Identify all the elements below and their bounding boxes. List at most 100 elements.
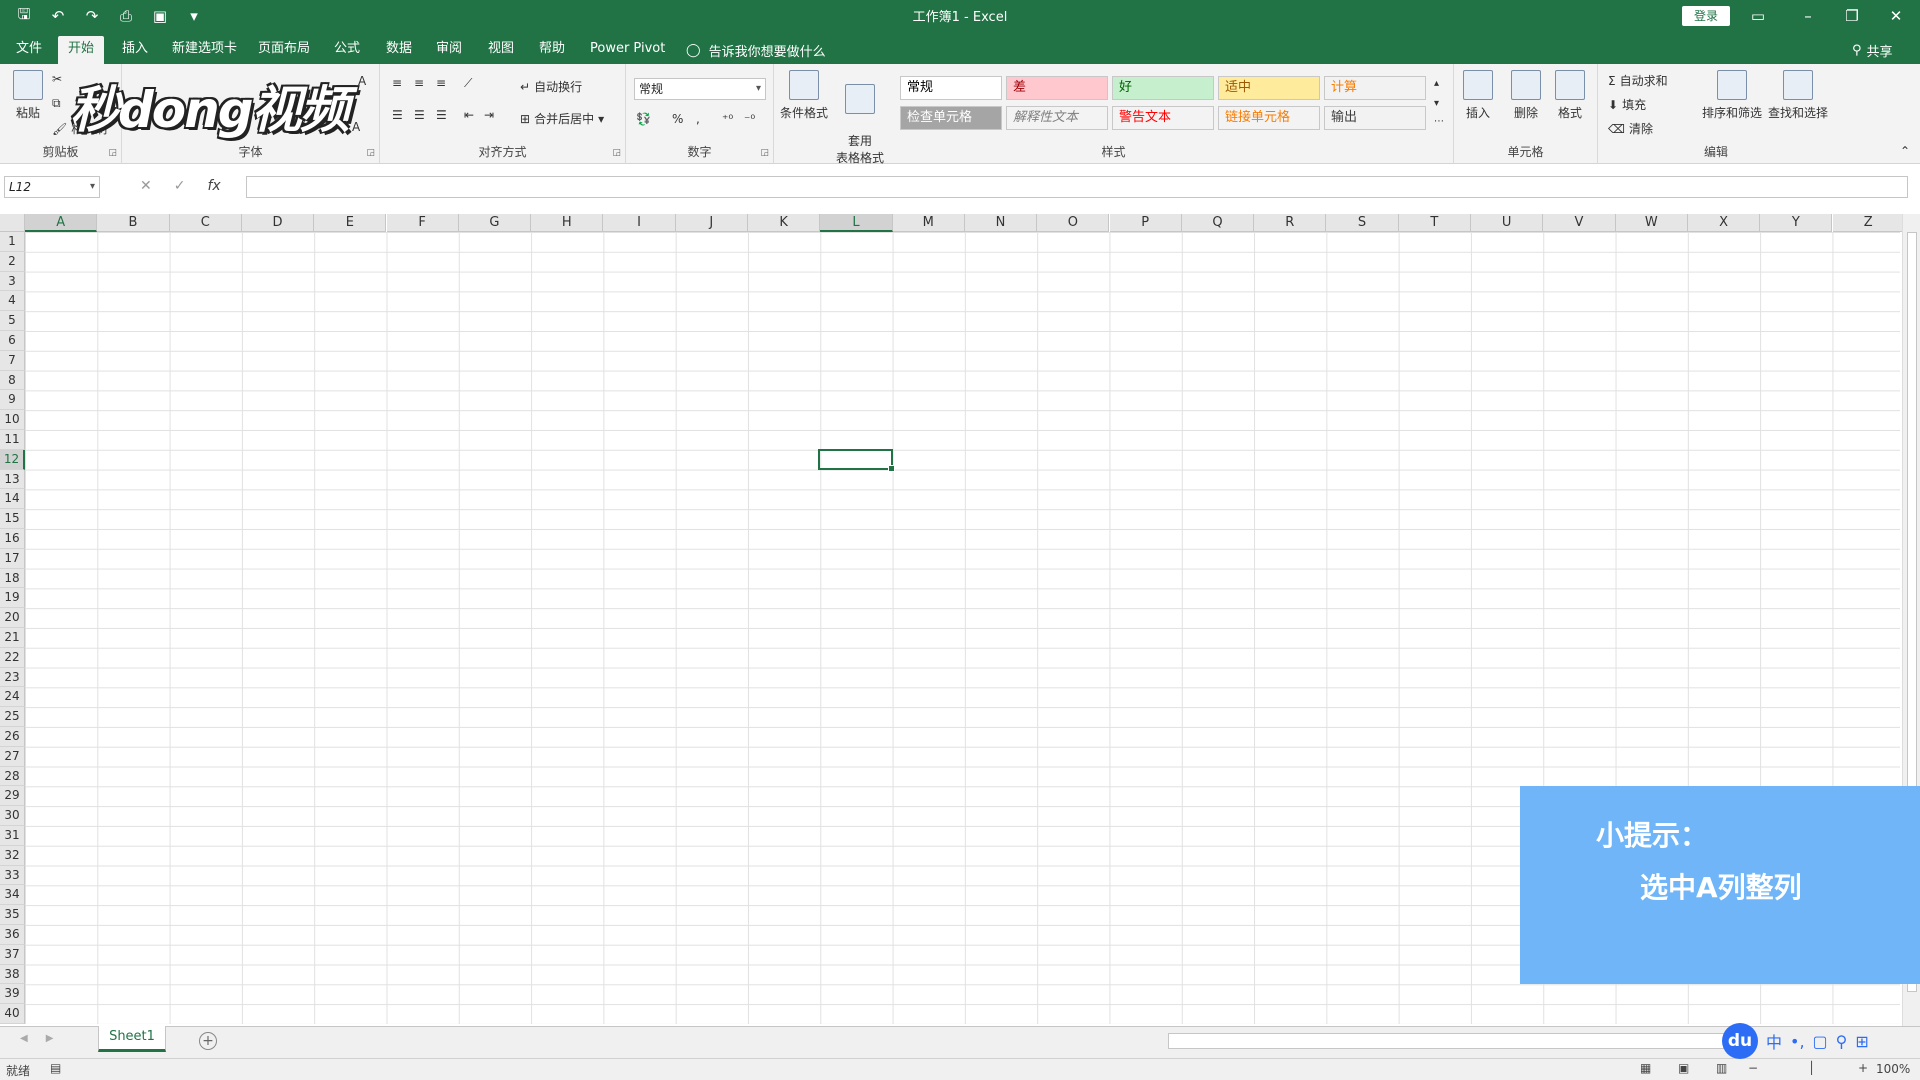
insert-cells-button[interactable]: 插入 — [1454, 70, 1502, 121]
font-color-icon[interactable]: A — [352, 120, 360, 134]
clipboard-launcher-icon[interactable]: ◲ — [108, 148, 117, 158]
row-header-25[interactable]: 25 — [0, 707, 25, 727]
align-right-icon[interactable]: ☰ — [436, 108, 447, 122]
row-header-32[interactable]: 32 — [0, 845, 25, 866]
column-header-c[interactable]: C — [169, 214, 242, 232]
tab-data[interactable]: 数据 — [376, 36, 422, 64]
comma-icon[interactable]: , — [696, 112, 700, 126]
tab-home[interactable]: 开始 — [58, 36, 105, 64]
style-output[interactable]: 输出 — [1324, 106, 1426, 130]
column-header-f[interactable]: F — [386, 214, 459, 232]
merge-center-button[interactable]: ⊞ 合并后居中 ▾ — [520, 110, 604, 127]
row-header-1[interactable]: 1 — [0, 232, 25, 252]
decrease-indent-icon[interactable]: ⇤ — [464, 108, 474, 122]
row-header-29[interactable]: 29 — [0, 786, 25, 807]
row-header-19[interactable]: 19 — [0, 588, 25, 609]
column-header-s[interactable]: S — [1326, 214, 1399, 232]
sheet-prev-icon[interactable]: ◀ — [20, 1033, 28, 1044]
ime-toolbox-icon[interactable]: ▢ — [1813, 1032, 1828, 1051]
column-header-v[interactable]: V — [1543, 214, 1616, 232]
tab-review[interactable]: 审阅 — [426, 36, 472, 64]
grow-font-icon[interactable]: A — [358, 74, 366, 88]
column-header-g[interactable]: G — [458, 214, 532, 232]
zoom-out-icon[interactable]: − — [1748, 1061, 1758, 1075]
row-header-15[interactable]: 15 — [0, 509, 25, 529]
row-header-7[interactable]: 7 — [0, 350, 25, 371]
row-header-34[interactable]: 34 — [0, 885, 25, 906]
row-header-23[interactable]: 23 — [0, 667, 25, 688]
align-middle-icon[interactable]: ≡ — [414, 76, 424, 90]
row-header-6[interactable]: 6 — [0, 331, 25, 351]
row-header-39[interactable]: 39 — [0, 984, 25, 1005]
row-header-38[interactable]: 38 — [0, 964, 25, 985]
number-launcher-icon[interactable]: ◲ — [760, 148, 769, 158]
row-header-3[interactable]: 3 — [0, 271, 25, 292]
column-header-j[interactable]: J — [675, 214, 748, 232]
clear-button[interactable]: ⌫ 清除 — [1608, 120, 1653, 137]
column-header-m[interactable]: M — [892, 214, 965, 232]
column-header-z[interactable]: Z — [1832, 214, 1905, 232]
column-header-t[interactable]: T — [1398, 214, 1471, 232]
tab-page-layout[interactable]: 页面布局 — [248, 36, 320, 64]
row-header-17[interactable]: 17 — [0, 548, 25, 569]
tab-help[interactable]: 帮助 — [529, 36, 575, 64]
minimize-icon[interactable]: – — [1786, 0, 1830, 32]
wrap-text-button[interactable]: ↵ 自动换行 — [520, 78, 582, 95]
styles-more-icon[interactable]: ⋯ — [1434, 116, 1444, 127]
column-header-q[interactable]: Q — [1181, 214, 1255, 232]
style-calculation[interactable]: 计算 — [1324, 76, 1426, 100]
sheet-next-icon[interactable]: ▶ — [46, 1033, 54, 1044]
row-header-28[interactable]: 28 — [0, 766, 25, 787]
styles-scroll-up-icon[interactable]: ▴ — [1434, 78, 1439, 89]
ime-grid-icon[interactable]: ⊞ — [1855, 1032, 1868, 1051]
column-header-k[interactable]: K — [748, 214, 821, 232]
sort-filter-button[interactable]: 排序和筛选 — [1698, 70, 1766, 121]
tab-file[interactable]: 文件 — [6, 36, 52, 64]
row-header-26[interactable]: 26 — [0, 727, 25, 747]
style-explanatory[interactable]: 解释性文本 — [1006, 106, 1108, 130]
paste-button[interactable]: 粘贴 — [4, 70, 52, 121]
page-layout-view-icon[interactable]: ▣ — [1678, 1061, 1689, 1075]
style-normal[interactable]: 常规 — [900, 76, 1002, 100]
row-header-5[interactable]: 5 — [0, 311, 25, 331]
column-header-x[interactable]: X — [1687, 214, 1761, 232]
row-header-40[interactable]: 40 — [0, 1004, 25, 1024]
row-header-9[interactable]: 9 — [0, 390, 25, 411]
column-header-r[interactable]: R — [1254, 214, 1327, 232]
tab-new-tab[interactable]: 新建选项卡 — [162, 36, 247, 64]
tab-formulas[interactable]: 公式 — [324, 36, 370, 64]
macro-record-icon[interactable]: ▤ — [50, 1061, 61, 1075]
column-header-w[interactable]: W — [1615, 214, 1688, 232]
zoom-slider[interactable]: │ — [1808, 1061, 1815, 1075]
column-header-n[interactable]: N — [964, 214, 1038, 232]
tab-power-pivot[interactable]: Power Pivot — [580, 36, 675, 64]
fill-button[interactable]: ⬇ 填充 — [1608, 96, 1646, 113]
column-header-l[interactable]: L — [820, 214, 893, 232]
row-header-27[interactable]: 27 — [0, 746, 25, 767]
collapse-ribbon-icon[interactable]: ⌃ — [1900, 144, 1910, 158]
cut-icon[interactable]: ✂ — [52, 72, 62, 86]
row-header-11[interactable]: 11 — [0, 430, 25, 450]
currency-icon[interactable]: 💱 — [636, 112, 651, 126]
insert-function-icon[interactable]: fx — [207, 178, 220, 194]
row-header-31[interactable]: 31 — [0, 826, 25, 846]
row-header-33[interactable]: 33 — [0, 865, 25, 886]
column-header-d[interactable]: D — [241, 214, 315, 232]
close-icon[interactable]: ✕ — [1874, 0, 1918, 32]
increase-decimal-icon[interactable]: ⁺⁰ — [722, 112, 733, 126]
delete-cells-button[interactable]: 删除 — [1502, 70, 1550, 121]
ime-language[interactable]: 中 — [1766, 1029, 1782, 1053]
column-header-u[interactable]: U — [1471, 214, 1544, 232]
confirm-icon[interactable]: ✓ — [174, 178, 186, 194]
row-header-22[interactable]: 22 — [0, 647, 25, 668]
horizontal-scrollbar[interactable] — [1168, 1033, 1728, 1049]
row-header-37[interactable]: 37 — [0, 944, 25, 965]
styles-scroll-down-icon[interactable]: ▾ — [1434, 98, 1439, 109]
style-good[interactable]: 好 — [1112, 76, 1214, 100]
align-left-icon[interactable]: ☰ — [392, 108, 403, 122]
tab-view[interactable]: 视图 — [478, 36, 524, 64]
row-header-13[interactable]: 13 — [0, 469, 25, 490]
style-check-cell[interactable]: 检查单元格 — [900, 106, 1002, 130]
row-header-30[interactable]: 30 — [0, 806, 25, 826]
ribbon-display-icon[interactable]: ▭ — [1736, 0, 1780, 32]
